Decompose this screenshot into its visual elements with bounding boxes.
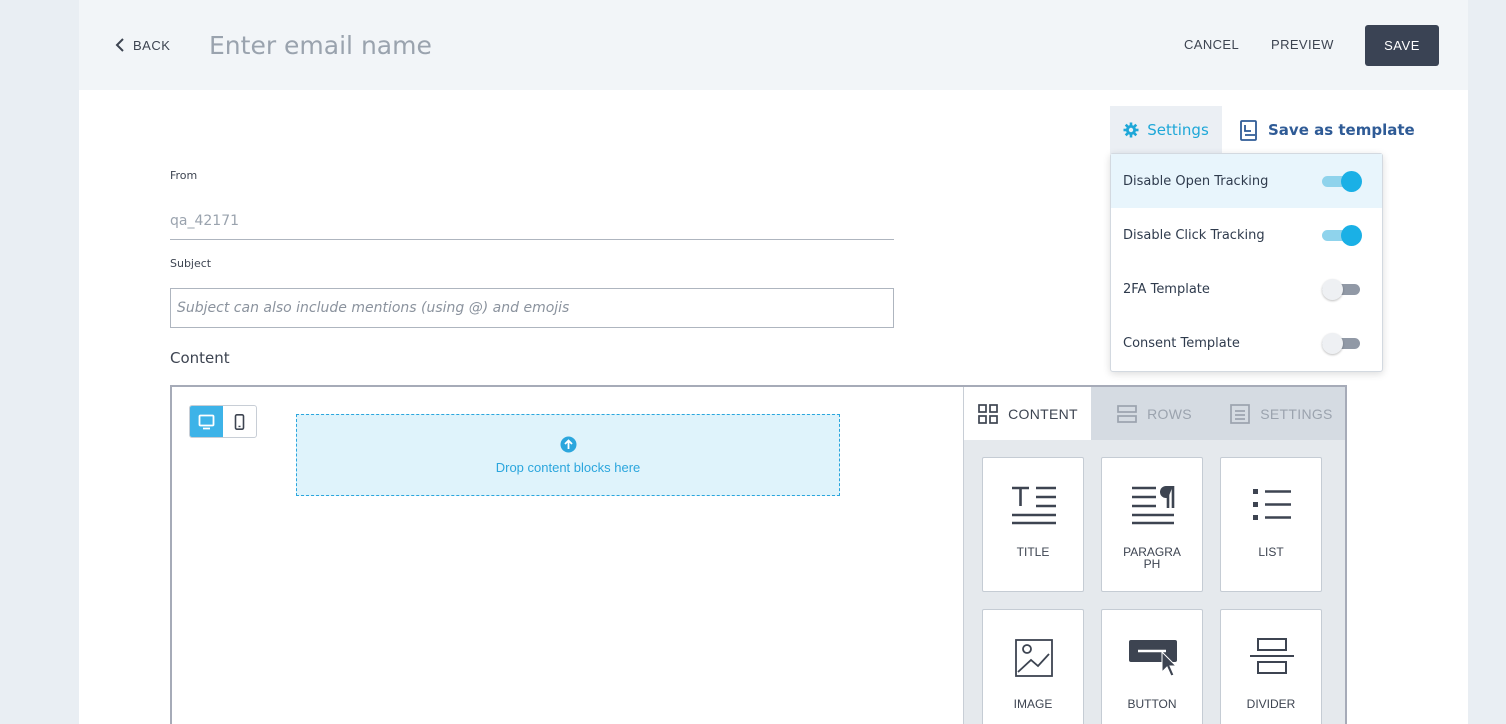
setting-label: Consent Template: [1123, 335, 1240, 351]
settings-button[interactable]: Settings: [1110, 106, 1222, 154]
block-label: IMAGE: [1013, 697, 1053, 711]
disable-click-tracking-toggle[interactable]: [1322, 224, 1362, 246]
list-icon: [1253, 489, 1291, 520]
setting-disable-open-tracking: Disable Open Tracking: [1111, 154, 1382, 208]
rows-icon: [1117, 404, 1137, 423]
block-divider[interactable]: DIVIDER: [1220, 609, 1322, 724]
email-name-input[interactable]: [209, 28, 629, 62]
subject-input[interactable]: [170, 288, 894, 328]
title-icon: [1012, 486, 1056, 525]
from-underline: [170, 239, 894, 240]
back-label: BACK: [133, 37, 171, 53]
mobile-icon: [234, 413, 245, 430]
back-button[interactable]: BACK: [115, 35, 170, 55]
gear-icon: [1123, 122, 1139, 138]
from-label: From: [170, 169, 198, 182]
setting-label: Disable Click Tracking: [1123, 227, 1265, 243]
subject-label: Subject: [170, 257, 212, 270]
save-as-template-button[interactable]: Save as template: [1240, 116, 1415, 144]
divider-icon: [1250, 638, 1294, 674]
drop-zone-text: Drop content blocks here: [495, 459, 641, 475]
2fa-template-toggle[interactable]: [1322, 278, 1362, 300]
setting-label: 2FA Template: [1123, 281, 1210, 297]
block-image[interactable]: IMAGE: [982, 609, 1084, 724]
desktop-icon: [198, 414, 215, 429]
tab-content-label: CONTENT: [1008, 405, 1078, 422]
tab-settings-label: SETTINGS: [1260, 405, 1333, 422]
settings-dropdown: Disable Open Tracking Disable Click Trac…: [1110, 153, 1383, 372]
chevron-left-icon: [115, 38, 124, 52]
block-button[interactable]: BUTTON: [1101, 609, 1203, 724]
button-icon: [1129, 640, 1178, 677]
block-list[interactable]: LIST: [1220, 457, 1322, 592]
settings-doc-icon: [1230, 403, 1251, 424]
block-paragraph[interactable]: PARAGRA PH: [1101, 457, 1203, 592]
mobile-view-button[interactable]: [223, 406, 256, 437]
setting-label: Disable Open Tracking: [1123, 173, 1269, 189]
preview-button[interactable]: PREVIEW: [1271, 37, 1334, 52]
block-label: LIST: [1258, 545, 1284, 559]
editor-side-panel: CONTENT ROWS SETTINGS TITLE PARAGRA PH L…: [963, 387, 1345, 724]
page: BACK CANCEL PREVIEW SAVE Settings Save a…: [79, 0, 1468, 724]
paragraph-icon: [1132, 486, 1175, 525]
from-field[interactable]: qa_42171: [170, 213, 239, 229]
tab-rows-label: ROWS: [1147, 405, 1192, 422]
desktop-view-button[interactable]: [190, 406, 223, 437]
template-icon: [1240, 119, 1257, 141]
arrow-up-circle-icon: [560, 436, 576, 452]
content-drop-zone[interactable]: Drop content blocks here: [296, 414, 840, 496]
setting-consent-template: Consent Template: [1111, 316, 1382, 370]
consent-template-toggle[interactable]: [1322, 332, 1362, 354]
block-title[interactable]: TITLE: [982, 457, 1084, 592]
header-bar: BACK CANCEL PREVIEW SAVE: [79, 0, 1468, 90]
settings-label: Settings: [1147, 121, 1209, 139]
tab-rows[interactable]: ROWS: [1091, 387, 1217, 440]
device-toggle: [189, 405, 257, 438]
setting-disable-click-tracking: Disable Click Tracking: [1111, 208, 1382, 262]
save-button[interactable]: SAVE: [1365, 25, 1439, 66]
setting-2fa-template: 2FA Template: [1111, 262, 1382, 316]
tab-content[interactable]: CONTENT: [964, 387, 1091, 440]
block-label: DIVIDER: [1246, 697, 1296, 711]
cancel-button[interactable]: CANCEL: [1184, 37, 1239, 52]
block-label: TITLE: [1016, 545, 1050, 559]
grid-icon: [978, 403, 998, 424]
email-editor: Drop content blocks here CONTENT ROWS SE…: [170, 385, 1347, 724]
block-label: BUTTON: [1127, 697, 1177, 711]
image-icon: [1015, 639, 1053, 677]
block-label: PARAGRA PH: [1123, 545, 1181, 571]
save-as-template-label: Save as template: [1268, 121, 1415, 139]
tab-settings[interactable]: SETTINGS: [1217, 387, 1345, 440]
content-label: Content: [170, 349, 230, 367]
disable-open-tracking-toggle[interactable]: [1322, 170, 1362, 192]
